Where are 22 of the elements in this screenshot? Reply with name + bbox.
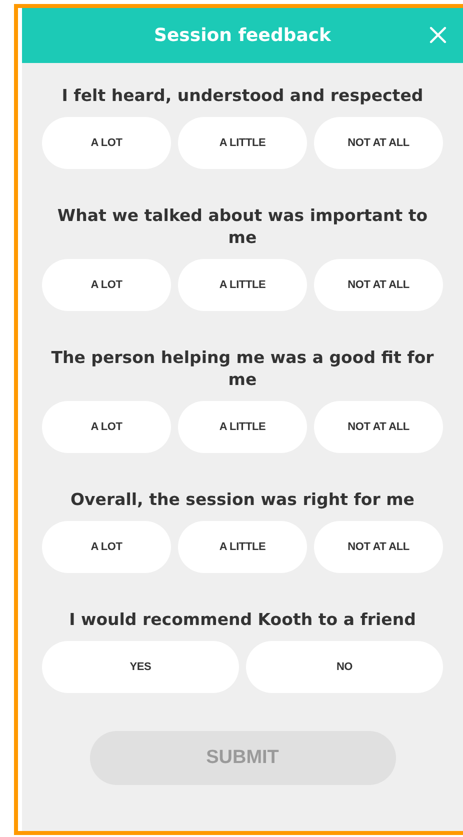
answer-option[interactable]: A LITTLE bbox=[178, 117, 307, 169]
answer-option[interactable]: A LOT bbox=[42, 521, 171, 573]
answer-option[interactable]: A LOT bbox=[42, 401, 171, 453]
question-text: The person helping me was a good fit for me bbox=[50, 347, 435, 391]
answer-option[interactable]: A LOT bbox=[42, 259, 171, 311]
question-text: Overall, the session was right for me bbox=[70, 489, 416, 511]
answer-option[interactable]: NOT AT ALL bbox=[314, 259, 443, 311]
answer-option[interactable]: NOT AT ALL bbox=[314, 521, 443, 573]
question-text: What we talked about was important to me bbox=[56, 205, 429, 249]
question-text: I felt heard, understood and respected bbox=[60, 85, 424, 107]
answer-option[interactable]: NOT AT ALL bbox=[314, 401, 443, 453]
dialog-title: Session feedback bbox=[154, 24, 332, 48]
answer-option[interactable]: YES bbox=[42, 641, 239, 693]
close-button[interactable] bbox=[427, 24, 449, 46]
question-text: I would recommend Kooth to a friend bbox=[68, 609, 417, 631]
answer-option[interactable]: A LOT bbox=[42, 117, 171, 169]
close-icon bbox=[427, 24, 449, 46]
answer-option[interactable]: A LITTLE bbox=[178, 401, 307, 453]
answer-option[interactable]: A LITTLE bbox=[178, 521, 307, 573]
answer-option[interactable]: NOT AT ALL bbox=[314, 117, 443, 169]
answer-option[interactable]: NO bbox=[246, 641, 443, 693]
answer-option[interactable]: A LITTLE bbox=[178, 259, 307, 311]
